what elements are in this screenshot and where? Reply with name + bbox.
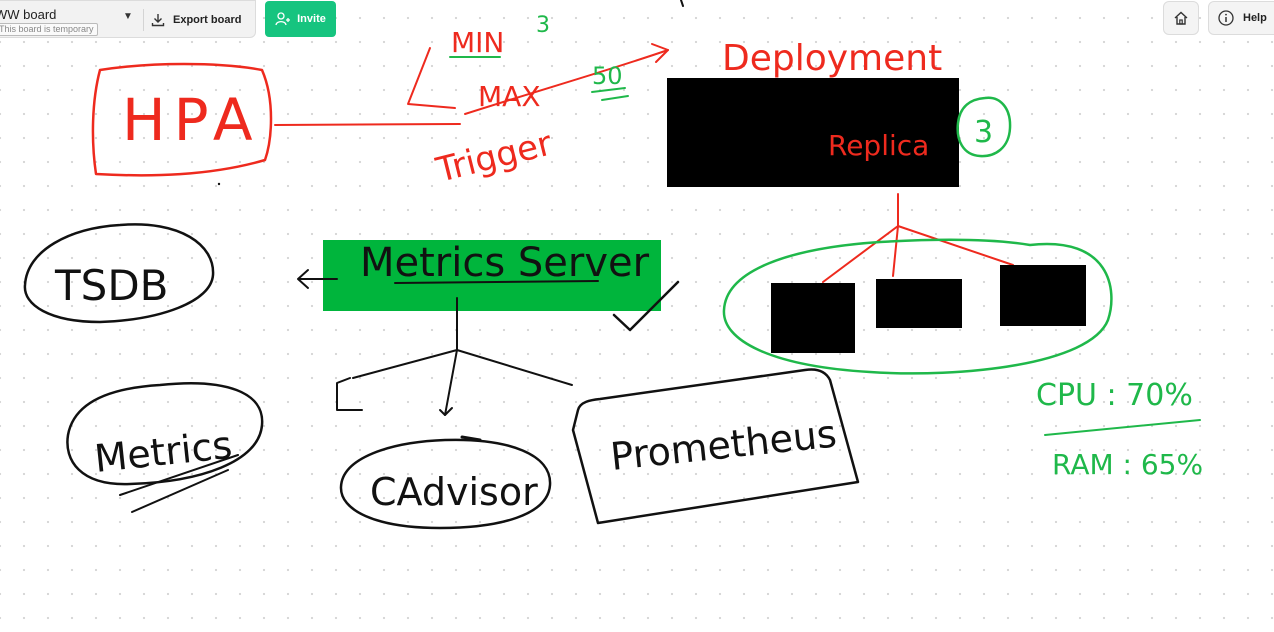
ram-usage: RAM : 65%	[1052, 448, 1203, 481]
replica-count: 3	[974, 115, 993, 150]
min-value: 3	[536, 13, 550, 38]
metrics-label: Metrics	[92, 423, 234, 481]
max-label: MAX	[478, 80, 541, 113]
cpu-ram-divider	[1044, 419, 1201, 436]
whiteboard-canvas[interactable]: HPA MIN MAX Trigger Deployment Replica 3…	[0, 0, 1274, 632]
hpa-connector-line	[274, 123, 461, 126]
min-max-bracket	[407, 47, 456, 109]
prometheus-label: Prometheus	[608, 411, 838, 478]
deployment-label: Deployment	[722, 38, 942, 79]
pod-box-3	[1000, 265, 1086, 326]
tsdb-label: TSDB	[54, 261, 168, 310]
stray-dot	[217, 182, 221, 186]
metrics-server-label: Metrics Server	[360, 240, 650, 286]
min-label: MIN	[451, 26, 504, 59]
trigger-label: Trigger	[432, 124, 556, 191]
deployment-to-pods-lines	[822, 193, 1014, 283]
metrics-server-tree-lines	[352, 297, 573, 416]
pod-box-2	[876, 279, 962, 328]
stray-mark	[680, 0, 684, 7]
hpa-label: HPA	[122, 86, 261, 154]
cadvisor-label: CAdvisor	[370, 470, 538, 514]
cpu-usage: CPU : 70%	[1036, 378, 1193, 413]
pod-box-1	[771, 283, 855, 353]
replica-label: Replica	[828, 129, 929, 162]
left-branch-bracket	[336, 377, 363, 411]
max-value: 50	[592, 62, 623, 90]
